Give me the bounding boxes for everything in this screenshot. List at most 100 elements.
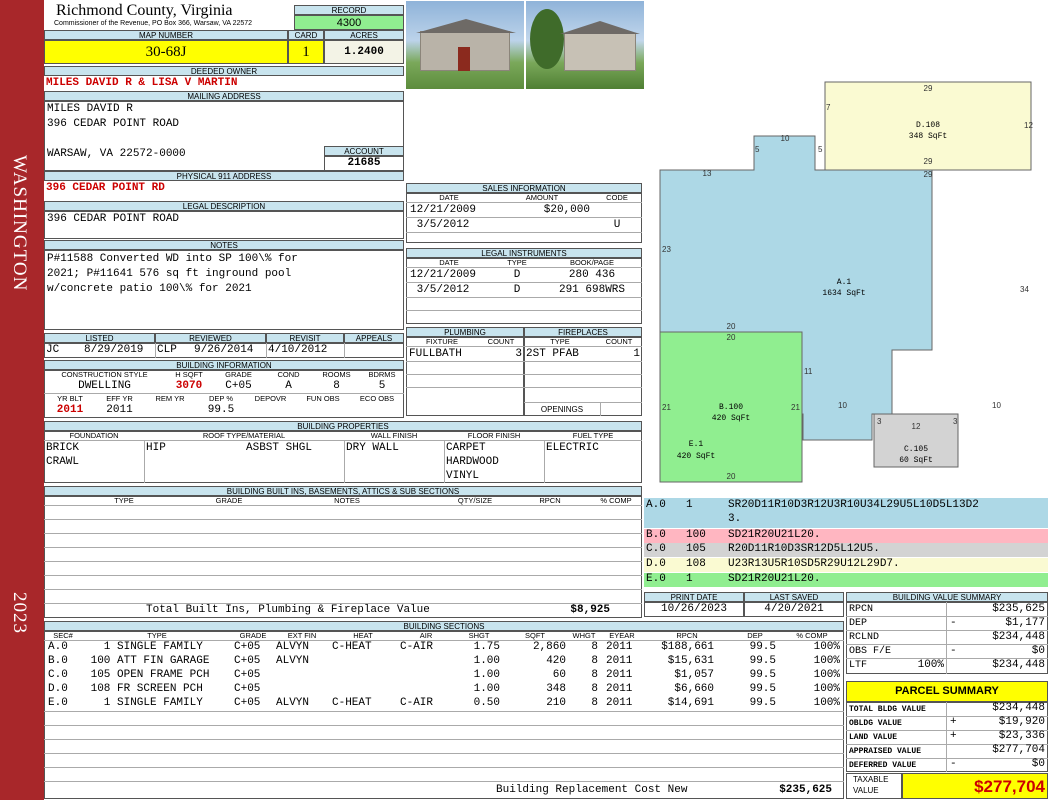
sales-amount-header: AMOUNT (525, 193, 559, 202)
sketch-area-e: 420 SqFt (677, 452, 715, 461)
sketch-label-e: E.1 (689, 440, 704, 449)
builtins-type-header: TYPE (114, 496, 134, 505)
section-b-sqft: 420 (546, 655, 566, 667)
section-row-c: C.0 105 OPEN FRAME PCH C+05 1.00 60 8 20… (44, 669, 844, 683)
builtins-qty-header: QTY/SIZE (457, 496, 493, 505)
section-b-shgt: 1.00 (473, 655, 500, 667)
sketch-code-row-d: D.0 108 U23R13U5R10SD5R29U12L29D7. (644, 558, 1048, 572)
taxable-value-box: $277,704 (902, 773, 1048, 799)
section-d-comp: 100% (813, 683, 840, 695)
account-value: 21685 (347, 157, 381, 169)
taxable-label-box: TAXABLE VALUE (846, 773, 902, 799)
sales-row-1-amount: $20,000 (543, 204, 590, 216)
record-label: RECORD (294, 5, 404, 15)
section-b-rpcn: $15,631 (667, 655, 714, 667)
acres-value: 1.2400 (344, 46, 384, 58)
sketch-label-c: C.105 (904, 445, 928, 454)
roof-material: ASBST SHGL (246, 442, 313, 454)
section-e-eyear: 2011 (606, 697, 633, 709)
sketch-code-d-code: 108 (686, 558, 706, 570)
card-box: 1 (288, 40, 324, 64)
print-date-label: PRINT DATE (644, 592, 744, 602)
account-label: ACCOUNT (324, 146, 404, 156)
taxable-label-1: TAXABLE (853, 775, 889, 784)
section-b-eyear: 2011 (606, 655, 633, 667)
dim-7: 13 (703, 169, 712, 178)
bi-style: DWELLING (78, 380, 131, 392)
vs-dep-value: $1,177 (1005, 617, 1045, 629)
fuel-type: ELECTRIC (546, 442, 599, 454)
roof-type: HIP (146, 442, 166, 454)
dim-13: 20 (727, 333, 736, 342)
dim-21: 12 (912, 422, 921, 431)
value-summary-title: BUILDING VALUE SUMMARY (846, 592, 1048, 602)
building-properties-title: BUILDING PROPERTIES (44, 421, 642, 431)
card-label: CARD (288, 30, 324, 40)
dim-6: 10 (781, 134, 790, 143)
parcel-summary-header: PARCEL SUMMARY (846, 681, 1048, 702)
section-e-grade: C+05 (234, 697, 261, 709)
reviewed-label: REVIEWED (155, 333, 266, 343)
ps-total-bldg-label: TOTAL BLDG VALUE (849, 705, 926, 714)
mailing-label: MAILING ADDRESS (44, 91, 404, 101)
section-d-eyear: 2011 (606, 683, 633, 695)
section-a-air: C-AIR (400, 641, 434, 653)
dim-9: 29 (924, 170, 933, 179)
section-e-heat: C-HEAT (332, 697, 372, 709)
section-a-sec: A.0 (48, 641, 68, 653)
builtins-notes-header: NOTES (334, 496, 360, 505)
sketch-code-d-path: U23R13U5R10SD5R29U12L29D7. (728, 558, 900, 570)
sections-rpcn-header: RPCN (676, 631, 698, 640)
bi-yrblt: 2011 (56, 404, 84, 416)
section-row-e: E.0 1 SINGLE FAMILY C+05 ALVYN C-HEAT C-… (44, 697, 844, 711)
sketch-code-row-c: C.0 105 R20D11R10D3SR12D5L12U5. (644, 543, 1048, 557)
section-a-shgt: 1.75 (473, 641, 500, 653)
li-row-1-type: D (513, 269, 521, 281)
floor-3: VINYL (446, 470, 480, 482)
sections-dep-header: DEP (747, 631, 763, 640)
sketch-area-b: 420 SqFt (712, 414, 750, 423)
section-a-type: 1 SINGLE FAMILY (84, 641, 203, 653)
vs-dep-label: DEP (849, 618, 868, 629)
builtins-rpcn-header: RPCN (539, 496, 561, 505)
bi-remyr-label: REM YR (155, 394, 185, 403)
dim-19: 3 (877, 417, 882, 426)
li-row-1-bookpage: 280 436 (568, 269, 616, 281)
bi-effyr: 2011 (106, 404, 133, 416)
commissioner-address: Commissioner of the Revenue, PO Box 366,… (54, 20, 253, 27)
section-d-sqft: 348 (546, 683, 566, 695)
vs-ltf-label: LTF (849, 660, 868, 671)
section-row-d: D.0 108 FR SCREEN PCH C+05 1.00 348 8 20… (44, 683, 844, 697)
legal-label: LEGAL DESCRIPTION (44, 201, 404, 211)
plumbing-fixture-header: FIXTURE (425, 337, 459, 346)
section-e-rpcn: $14,691 (667, 697, 714, 709)
acres-box: 1.2400 (324, 40, 404, 64)
bi-depovr-label: DEPOVR (254, 394, 287, 403)
bi-cond: A (285, 380, 292, 392)
vs-obs-label: OBS F/E (849, 646, 892, 657)
sales-row-2-date: 3/5/2012 (410, 219, 470, 231)
li-row-2-type: D (513, 284, 521, 296)
parcel-summary-title: PARCEL SUMMARY (895, 685, 999, 697)
bi-dep: 99.5 (207, 404, 235, 416)
house-photo-front (406, 1, 524, 89)
dim-15: 21 (662, 403, 671, 412)
plumbing-count-header: COUNT (487, 337, 515, 346)
fireplace-count-header: COUNT (605, 337, 633, 346)
dim-4: 5 (755, 145, 760, 154)
bi-effyr-label: EFF YR (106, 394, 133, 403)
fireplace-type: 2ST PFAB (526, 348, 579, 360)
sketch-code-c-sec: C.0 (646, 543, 666, 555)
bi-ecoobs-label: ECO OBS (359, 394, 395, 403)
section-a-eyear: 2011 (606, 641, 633, 653)
ps-deferred-label: DEFERRED VALUE (849, 761, 917, 770)
bi-cond-label: COND (277, 370, 300, 379)
vs-rpcn-label: RPCN (849, 604, 874, 615)
taxable-label-2: VALUE (853, 786, 879, 795)
section-a-grade: C+05 (234, 641, 261, 653)
bi-grade-label: GRADE (225, 370, 252, 379)
sketch-code-row-e: E.0 1 SD21R20U21L20. (644, 573, 1048, 587)
section-a-comp: 100% (813, 641, 840, 653)
sections-whgt-header: WHGT (572, 631, 596, 640)
ps-land-value: $23,336 (998, 730, 1045, 742)
